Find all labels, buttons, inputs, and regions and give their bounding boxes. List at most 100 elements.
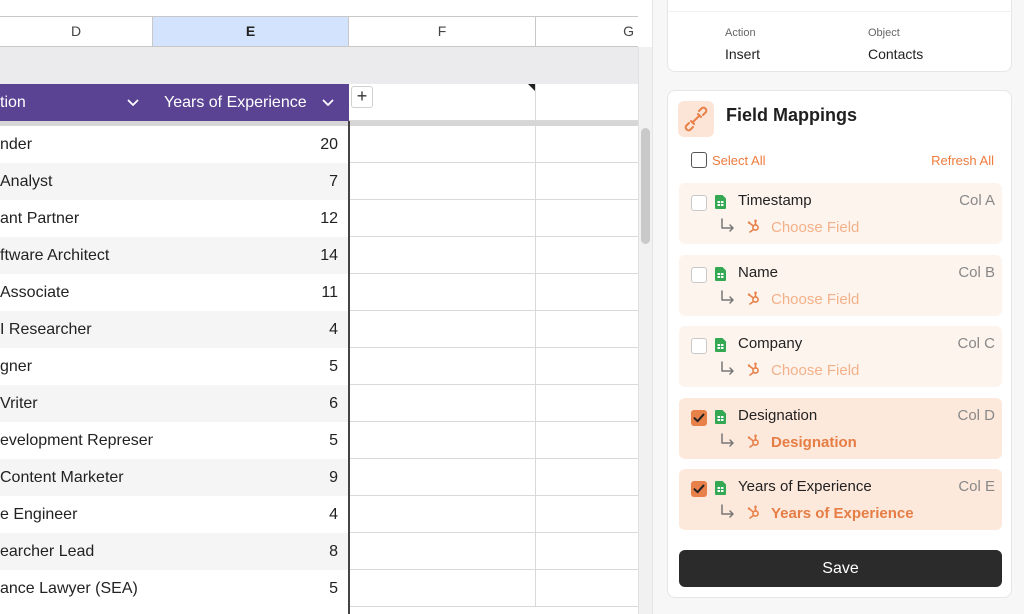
cell-empty[interactable] (349, 200, 536, 237)
cell-empty[interactable] (349, 422, 536, 459)
cell-designation[interactable]: gner (0, 348, 153, 385)
target-field-select[interactable]: Designation (771, 434, 857, 451)
cell-designation[interactable]: ance Lawyer (SEA) (0, 570, 153, 607)
target-field-select[interactable]: Choose Field (771, 219, 859, 236)
cell-designation[interactable]: Associate (0, 274, 153, 311)
integration-panel: Action Insert Object Contacts Field Mapp… (652, 0, 1024, 614)
cell-empty[interactable] (536, 385, 638, 422)
mapping-checkbox[interactable] (691, 338, 707, 354)
column-header-d[interactable]: D (0, 17, 153, 47)
cell-empty[interactable] (349, 126, 536, 163)
header-cell-empty[interactable] (536, 84, 638, 121)
refresh-all-link[interactable]: Refresh All (931, 153, 994, 168)
subdirectory-arrow-icon (721, 218, 734, 232)
header-cell-designation[interactable]: tion (0, 84, 153, 121)
cell-years-of-experience[interactable]: 5 (153, 422, 349, 459)
cell-empty[interactable] (536, 459, 638, 496)
target-field-select[interactable]: Choose Field (771, 291, 859, 308)
cell-empty[interactable] (349, 163, 536, 200)
target-field-select[interactable]: Choose Field (771, 362, 859, 379)
spreadsheet: D E F G tion Years of Experience + nder 2… (0, 0, 652, 614)
cell-years-of-experience[interactable]: 14 (153, 237, 349, 274)
cell-designation[interactable]: ant Partner (0, 200, 153, 237)
cell-empty[interactable] (536, 126, 638, 163)
cell-years-of-experience[interactable]: 4 (153, 496, 349, 533)
cell-designation[interactable]: Content Marketer (0, 459, 153, 496)
cell-empty[interactable] (536, 237, 638, 274)
column-header-g[interactable]: G (536, 17, 638, 47)
cell-designation[interactable]: nder (0, 126, 153, 163)
field-mapping-row: Designation Col D Designation (679, 397, 1002, 459)
column-letter: Col B (958, 263, 995, 281)
cell-years-of-experience[interactable]: 20 (153, 126, 349, 163)
cell-designation[interactable]: evelopment Represen (0, 422, 153, 459)
hubspot-icon (747, 362, 759, 376)
hubspot-icon (747, 291, 759, 305)
action-label: Action (725, 27, 756, 39)
subdirectory-arrow-icon (721, 361, 734, 375)
cell-years-of-experience[interactable]: 5 (153, 348, 349, 385)
cell-years-of-experience[interactable]: 5 (153, 570, 349, 607)
header-cell-empty[interactable] (349, 84, 536, 121)
cell-empty[interactable] (536, 348, 638, 385)
save-button[interactable]: Save (679, 550, 1002, 587)
cell-empty[interactable] (536, 311, 638, 348)
column-header-f[interactable]: F (349, 17, 536, 47)
cell-empty[interactable] (536, 496, 638, 533)
cell-years-of-experience[interactable]: 8 (153, 533, 349, 570)
column-letter: Col A (959, 192, 995, 209)
chevron-down-icon[interactable] (127, 97, 139, 109)
cell-designation[interactable]: I Researcher (0, 311, 153, 348)
cell-years-of-experience[interactable]: 6 (153, 385, 349, 422)
table-row: earcher Lead 8 (0, 533, 638, 570)
cell-designation[interactable]: e Engineer (0, 496, 153, 533)
select-all-label[interactable]: Select All (712, 153, 765, 168)
cell-years-of-experience[interactable]: 7 (153, 163, 349, 200)
cell-empty[interactable] (349, 348, 536, 385)
cell-empty[interactable] (536, 533, 638, 570)
select-all-checkbox[interactable] (691, 152, 707, 168)
cell-empty[interactable] (349, 459, 536, 496)
cell-empty[interactable] (536, 163, 638, 200)
cell-years-of-experience[interactable]: 4 (153, 311, 349, 348)
cell-years-of-experience[interactable]: 12 (153, 200, 349, 237)
mapping-checkbox[interactable] (691, 195, 707, 211)
column-letter: Col E (958, 478, 995, 495)
header-cell-years-of-experience[interactable]: Years of Experience (153, 84, 349, 121)
cell-years-of-experience[interactable]: 11 (153, 274, 349, 311)
cell-empty[interactable] (349, 533, 536, 570)
add-column-button[interactable]: + (351, 86, 373, 108)
mapping-checkbox[interactable] (691, 481, 707, 497)
cell-empty[interactable] (349, 570, 536, 607)
cell-comment-marker (528, 84, 535, 91)
cell-years-of-experience[interactable]: 9 (153, 459, 349, 496)
cell-empty[interactable] (349, 311, 536, 348)
subdirectory-arrow-icon (721, 289, 734, 304)
column-header-e[interactable]: E (153, 17, 349, 47)
action-card: Action Insert Object Contacts (667, 0, 1013, 72)
field-mappings-title: Field Mappings (726, 105, 858, 125)
cell-designation[interactable]: earcher Lead (0, 533, 153, 570)
cell-designation[interactable]: Vriter (0, 385, 153, 422)
cell-empty[interactable] (536, 274, 638, 311)
scrollbar-thumb[interactable] (641, 128, 650, 244)
table-row: gner 5 (0, 348, 638, 385)
cell-empty[interactable] (349, 496, 536, 533)
cell-empty[interactable] (349, 237, 536, 274)
mapping-checkbox[interactable] (691, 409, 707, 426)
cell-empty[interactable] (536, 200, 638, 237)
cell-empty[interactable] (536, 422, 638, 459)
cell-designation[interactable]: ftware Architect (0, 237, 153, 274)
column-letter: Col C (957, 335, 995, 352)
cell-empty[interactable] (349, 385, 536, 422)
cell-designation[interactable]: Analyst (0, 163, 153, 200)
mapping-checkbox[interactable] (691, 266, 707, 283)
target-field-select[interactable]: Years of Experience (771, 505, 914, 522)
table-row: nder 20 (0, 126, 638, 163)
chevron-down-icon[interactable] (322, 97, 334, 109)
cell-empty[interactable] (349, 274, 536, 311)
table-row: Analyst 7 (0, 163, 638, 200)
google-sheets-icon (715, 338, 726, 352)
cell-empty[interactable] (536, 570, 638, 607)
google-sheets-icon (715, 266, 726, 281)
